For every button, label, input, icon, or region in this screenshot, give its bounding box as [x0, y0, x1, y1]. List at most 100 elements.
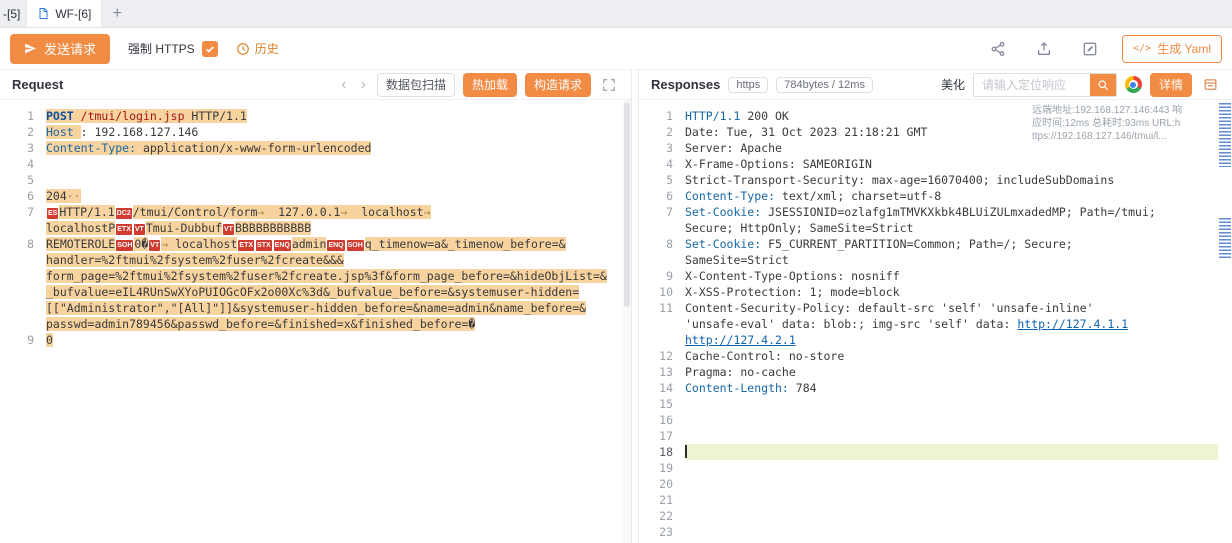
open-in-browser-button[interactable] [1125, 76, 1142, 93]
code-line: 8REMOTEROLESOH0�VT→ localhostETXSTXENQad… [0, 236, 631, 252]
line-number: 23 [639, 524, 685, 540]
line-number [0, 220, 46, 236]
response-editor[interactable]: 1HTTP/1.1 200 OK2Date: Tue, 31 Oct 2023 … [639, 100, 1232, 543]
request-scrollbar[interactable] [623, 100, 631, 543]
code-token: passwd=admin789456&passwd_before=&finish… [46, 317, 475, 331]
line-number [0, 268, 46, 284]
tab-bar: -[5] WF-[6] + [0, 0, 1232, 28]
line-content: X-Content-Type-Options: nosniff [685, 268, 1232, 284]
code-line: 9X-Content-Type-Options: nosniff [639, 268, 1232, 284]
line-content: http://127.4.2.1 [685, 332, 1232, 348]
line-number [639, 220, 685, 236]
tab-active[interactable]: WF-[6] [26, 0, 102, 27]
construct-request-button[interactable]: 构造请求 [525, 73, 591, 97]
minimap-block [1219, 218, 1231, 258]
packet-scan-button[interactable]: 数据包扫描 [377, 73, 455, 97]
force-https-toggle[interactable]: 强制 HTTPS [128, 40, 218, 57]
code-token: localhost [175, 237, 237, 251]
code-token: ·· [67, 189, 81, 203]
hot-reload-button[interactable]: 热加载 [463, 73, 517, 97]
locate-response-search [973, 73, 1117, 97]
line-number [0, 300, 46, 316]
line-number: 16 [639, 412, 685, 428]
line-content [685, 524, 1232, 540]
tab-previous[interactable]: -[5] [0, 0, 26, 27]
tab-previous-label: -[5] [3, 7, 20, 21]
code-line: Secure; HttpOnly; SameSite=Strict [639, 220, 1232, 236]
line-content [685, 428, 1232, 444]
edit-button[interactable] [1076, 35, 1104, 63]
edit-icon [1082, 41, 1098, 57]
generate-yaml-label: 生成 Yaml [1157, 40, 1211, 57]
new-tab-button[interactable]: + [102, 0, 132, 27]
code-token: Cache-Control: no-store [685, 349, 844, 363]
line-content: form_page=%2ftmui%2fsystem%2fuser%2fcrea… [46, 268, 631, 284]
code-line: 'unsafe-eval' data: blob:; img-src 'self… [639, 316, 1232, 332]
request-scrollbar-thumb[interactable] [624, 102, 630, 307]
code-line: 21 [639, 492, 1232, 508]
code-token: Set-Cookie: [685, 205, 761, 219]
code-line: 90 [0, 332, 631, 348]
code-line: handler=%2ftmui%2fsystem%2fuser%2fcreate… [0, 252, 631, 268]
line-content: passwd=admin789456&passwd_before=&finish… [46, 316, 631, 332]
line-number [639, 332, 685, 348]
code-token: [["Administrator","[All]"]]&systemuser-h… [46, 301, 586, 315]
text-cursor [685, 445, 687, 458]
code-line: 12Cache-Control: no-store [639, 348, 1232, 364]
code-token: q_timenow=a&_timenow_before=& [365, 237, 566, 251]
code-line: 13Pragma: no-cache [639, 364, 1232, 380]
code-line: SameSite=Strict [639, 252, 1232, 268]
clock-icon [236, 42, 250, 56]
line-number: 8 [0, 236, 46, 252]
line-number: 20 [639, 476, 685, 492]
details-button[interactable]: 详情 [1150, 73, 1192, 97]
code-token: form_page=%2ftmui%2fsystem%2fuser%2fcrea… [46, 269, 607, 283]
chevron-right-icon[interactable]: › [358, 77, 369, 93]
generate-yaml-button[interactable]: </> 生成 Yaml [1122, 35, 1222, 63]
history-button[interactable]: 历史 [236, 40, 279, 57]
code-line: 19 [639, 460, 1232, 476]
line-number: 10 [639, 284, 685, 300]
search-button[interactable] [1090, 74, 1116, 96]
code-token [74, 109, 81, 123]
plus-icon: + [113, 5, 122, 23]
line-number: 9 [639, 268, 685, 284]
line-content [685, 508, 1232, 524]
fullscreen-button[interactable] [599, 75, 619, 95]
line-number: 14 [639, 380, 685, 396]
line-number: 12 [639, 348, 685, 364]
beautify-button[interactable]: 美化 [941, 76, 965, 93]
request-title: Request [12, 77, 63, 92]
line-number: 1 [639, 108, 685, 124]
code-token: POST [46, 109, 74, 123]
line-content: _bufvalue=eIL4RUnSwXYoPUIOGcOFx2o00Xc%3d… [46, 284, 631, 300]
send-request-button[interactable]: 发送请求 [10, 34, 110, 64]
request-editor[interactable]: 1POST /tmui/login.jsp HTTP/1.12Host : 19… [0, 100, 631, 543]
minimap[interactable] [1218, 100, 1232, 543]
line-content [685, 492, 1232, 508]
line-content: 0 [46, 332, 631, 348]
code-line: 17 [639, 428, 1232, 444]
code-line: 4X-Frame-Options: SAMEORIGIN [639, 156, 1232, 172]
code-token: 0� [134, 237, 148, 251]
line-content: handler=%2ftmui%2fsystem%2fuser%2fcreate… [46, 252, 631, 268]
code-token: 0 [46, 333, 53, 347]
code-token: BBBBBBBBBBB [235, 221, 311, 235]
code-token: /tmui/login.jsp [81, 109, 185, 123]
line-number: 5 [0, 172, 46, 188]
code-token: 200 OK [740, 109, 788, 123]
code-line: 16 [639, 412, 1232, 428]
locate-response-input[interactable] [974, 74, 1090, 96]
line-number: 4 [0, 156, 46, 172]
line-content: Set-Cookie: JSESSIONID=ozlafg1mTMVKXkbk4… [685, 204, 1232, 220]
code-token: HTTP/1.1 [59, 205, 114, 219]
code-token: Content-Security-Policy: default-src 'se… [685, 301, 1094, 315]
export-button[interactable] [1030, 35, 1058, 63]
share-button[interactable] [984, 35, 1012, 63]
code-token: /tmui/Control/form [133, 205, 258, 219]
chevron-left-icon[interactable]: ‹ [338, 77, 349, 93]
line-number [639, 252, 685, 268]
checkbox-checked-icon[interactable] [202, 41, 218, 57]
response-view-toggle-button[interactable] [1200, 75, 1220, 95]
panel-splitter[interactable] [632, 70, 639, 543]
